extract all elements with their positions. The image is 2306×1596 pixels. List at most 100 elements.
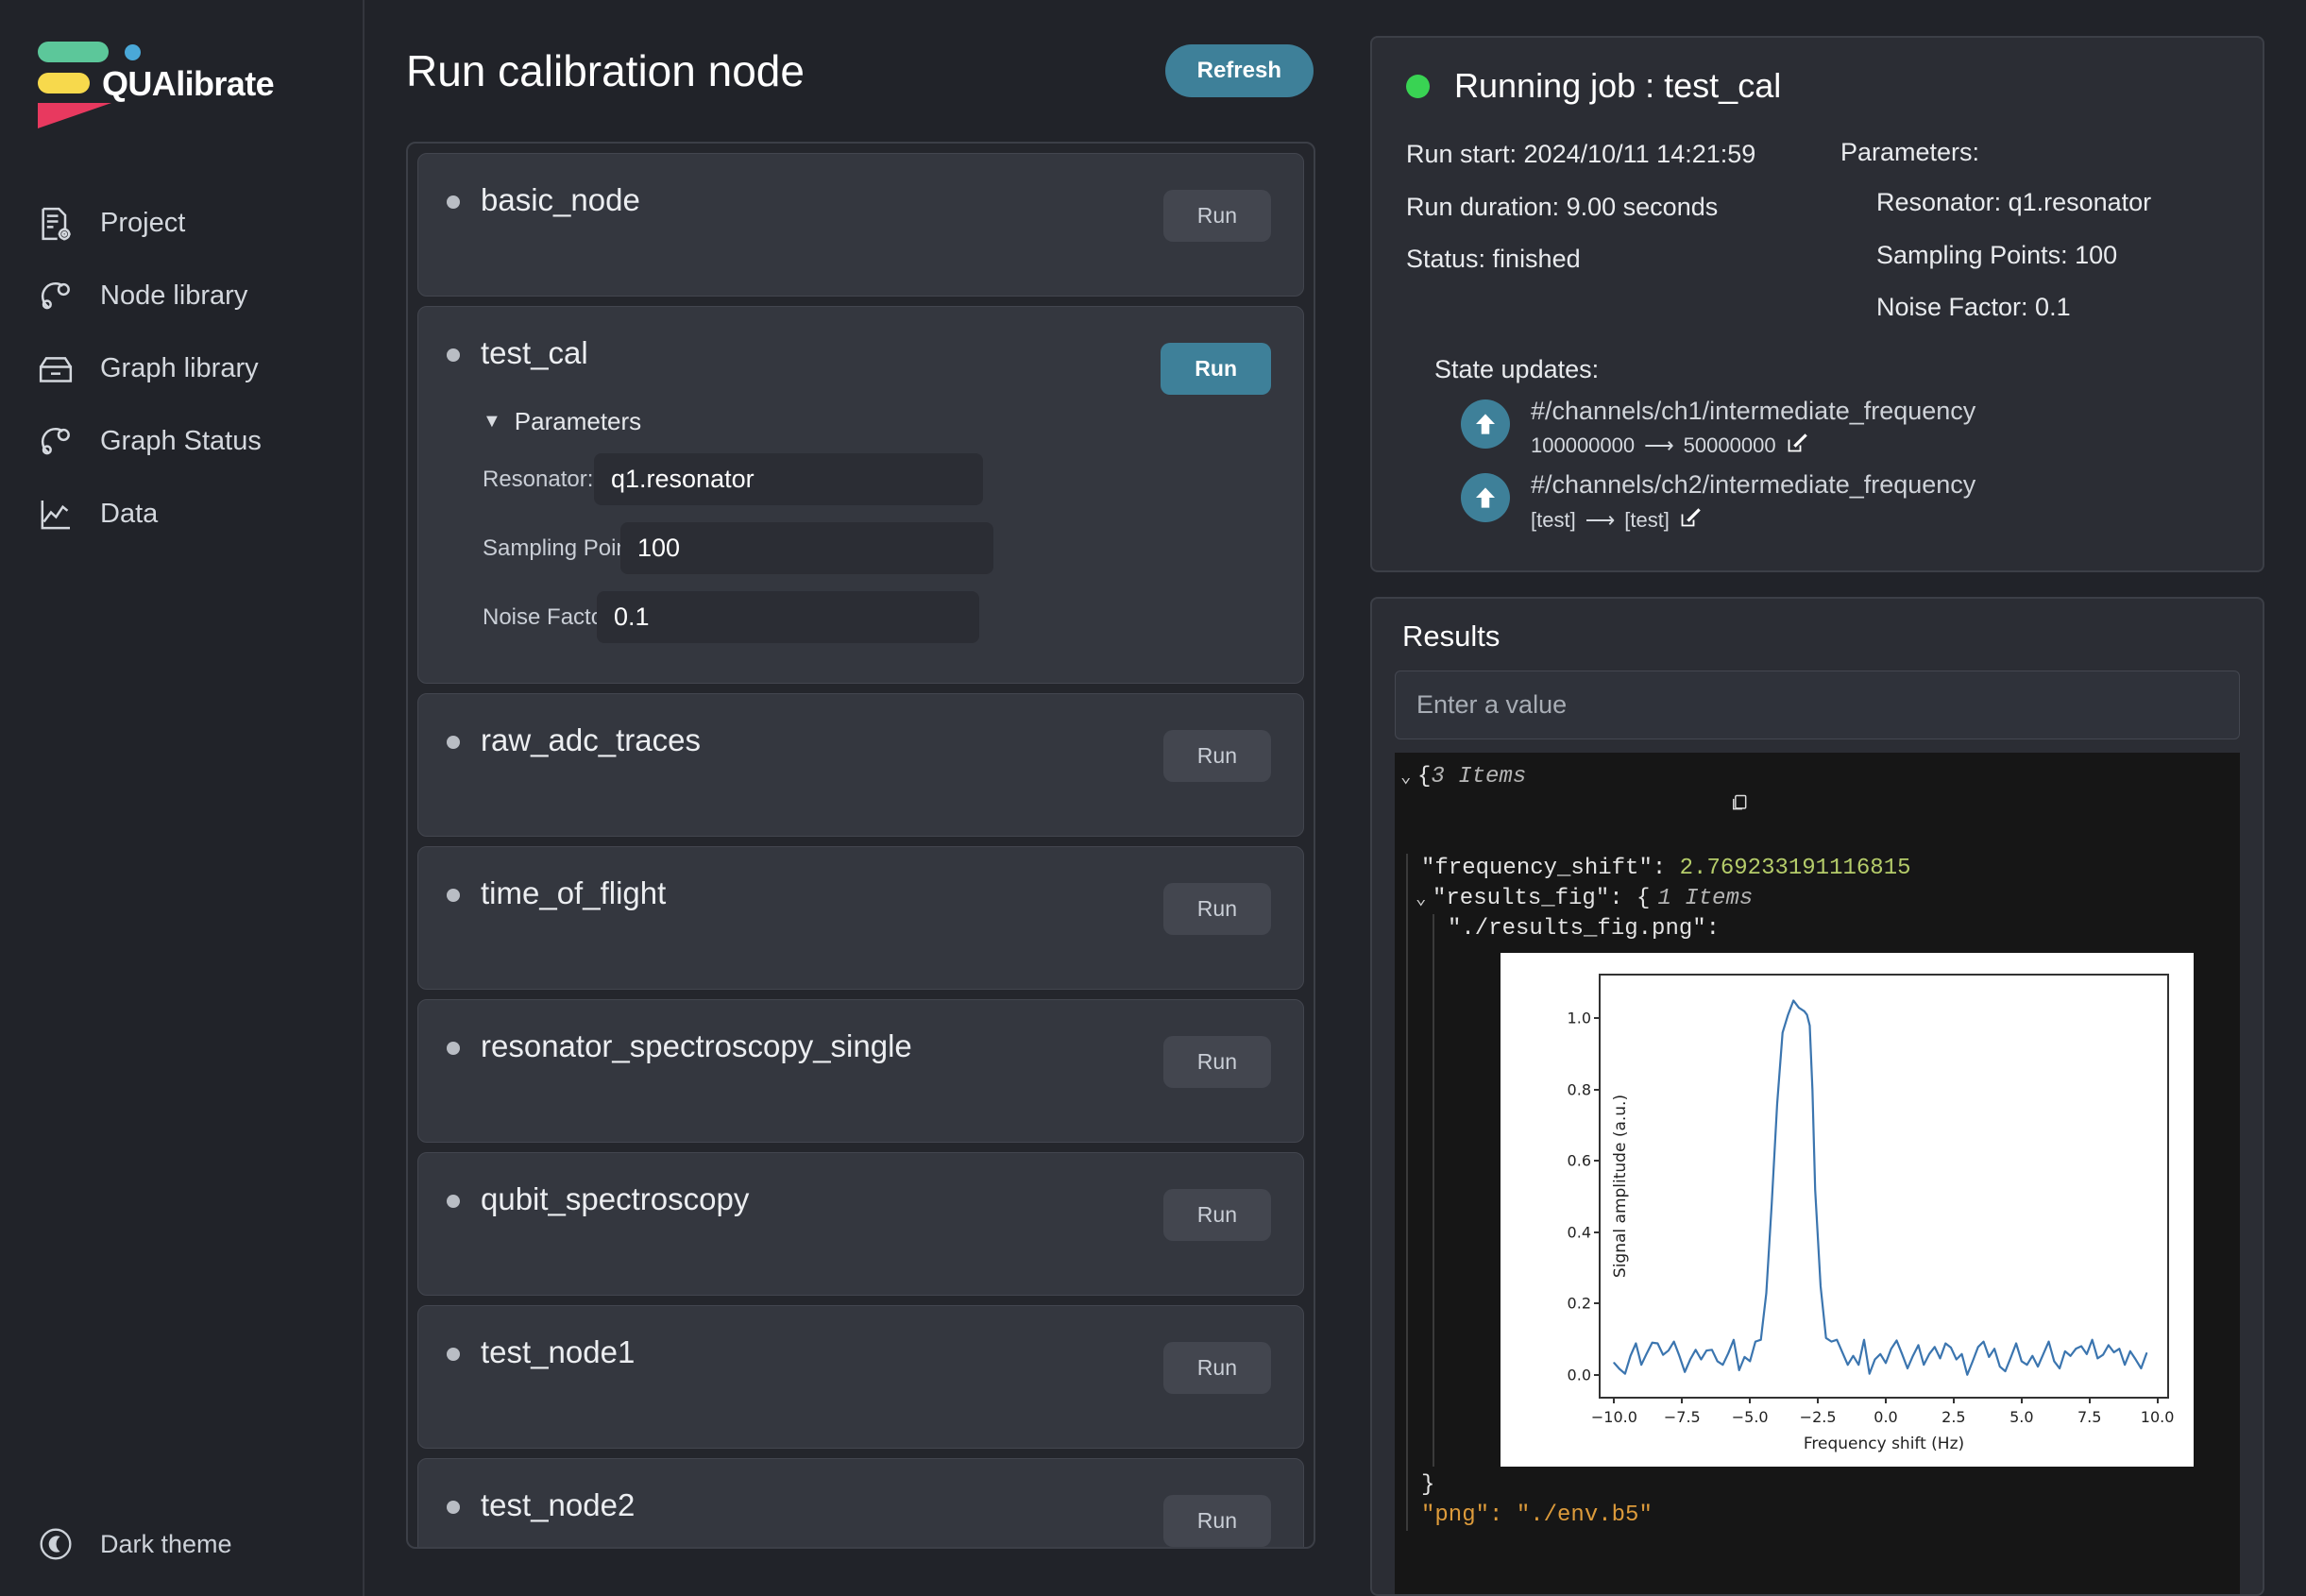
- json-png-cut: "png": "./env.b5": [1421, 1502, 1653, 1528]
- results-value-input[interactable]: [1395, 670, 2240, 739]
- sidebar-item-label: Graph Status: [100, 426, 262, 456]
- job-title: Running job : test_cal: [1454, 66, 1782, 105]
- run-button[interactable]: Run: [1162, 1495, 1271, 1547]
- sidebar-item-label: Node library: [100, 280, 248, 311]
- job-param-resonator: Resonator: q1.resonator: [1876, 188, 2152, 216]
- sidebar-item-graph-library[interactable]: Graph library: [0, 332, 363, 405]
- param-label: Noise Factor:: [483, 603, 618, 630]
- node-card[interactable]: basic_node Run: [417, 153, 1304, 297]
- state-update-arrow-glyph: ⟶: [1585, 507, 1616, 532]
- results-json-viewer[interactable]: ⌄ { 3 Items "frequency_shift": 2.7692331…: [1395, 752, 2240, 1594]
- sidebar-item-graph-status[interactable]: Graph Status: [0, 405, 363, 478]
- copy-icon[interactable]: [1539, 762, 1749, 854]
- state-updates-section: State updates: #/channels/ch1/intermedia…: [1406, 355, 2229, 535]
- sidebar-item-data[interactable]: Data: [0, 478, 363, 551]
- json-children: "frequency_shift": 2.769233191116815 ⌄ "…: [1406, 854, 2240, 1531]
- json-key-frequency-shift: "frequency_shift":: [1421, 856, 1667, 882]
- state-update-item[interactable]: #/channels/ch1/intermediate_frequency 10…: [1434, 396, 2229, 460]
- run-button[interactable]: Run: [1162, 730, 1271, 782]
- refresh-button[interactable]: Refresh: [1164, 44, 1314, 97]
- plot-xtick-label: 5.0: [2009, 1407, 2034, 1426]
- resonator-input[interactable]: [594, 453, 983, 505]
- job-param-noise-factor: Noise Factor: 0.1: [1876, 293, 2071, 322]
- node-bullet-icon: [447, 1042, 460, 1055]
- parameters-disclosure[interactable]: ▼ Parameters: [483, 407, 1271, 436]
- moon-icon: [36, 1524, 76, 1564]
- sidebar-item-label: Graph library: [100, 353, 259, 383]
- run-button-active[interactable]: Run: [1161, 343, 1271, 395]
- json-results-fig-children: "./results_fig.png": Signal amplitude (a…: [1433, 914, 2240, 1467]
- param-row-sampling-points: Sampling Points:: [483, 522, 1271, 574]
- node-bullet-icon: [447, 889, 460, 902]
- node-graph-icon: [36, 422, 76, 462]
- plot-ytick-mark: [1594, 1088, 1601, 1091]
- plot-ytick-mark: [1594, 1016, 1601, 1019]
- parameters-title: Parameters: [514, 407, 642, 435]
- param-row-resonator: Resonator:: [483, 453, 1271, 505]
- job-params-heading: Parameters:: [1840, 138, 1980, 166]
- node-card[interactable]: test_node1 Run: [417, 1305, 1304, 1449]
- plot-xtick-label: 10.0: [2140, 1407, 2175, 1426]
- json-key-results-fig: "results_fig": {: [1433, 886, 1651, 912]
- plot-axes: Signal amplitude (a.u.) Frequency shift …: [1568, 973, 2174, 1453]
- job-status: Status: finished: [1406, 245, 1581, 274]
- run-button[interactable]: Run: [1162, 1342, 1271, 1394]
- edit-icon[interactable]: [1679, 506, 1702, 535]
- page-header: Run calibration node Refresh: [406, 0, 1370, 142]
- plot-line-series: [1613, 998, 2148, 1376]
- plot-ytick-label: 0.8: [1567, 1080, 1591, 1099]
- plot-xtick-label: 2.5: [1941, 1407, 1966, 1426]
- job-header: Running job : test_cal: [1406, 66, 2229, 106]
- state-update-value: [test] ⟶ [test]: [1531, 506, 2229, 535]
- noise-factor-input[interactable]: [597, 591, 979, 643]
- chevron-down-icon[interactable]: ⌄: [1400, 766, 1417, 790]
- dark-theme-toggle[interactable]: Dark theme: [0, 1511, 232, 1577]
- sidebar-item-label: Project: [100, 208, 186, 238]
- node-card[interactable]: qubit_spectroscopy Run: [417, 1152, 1304, 1296]
- run-button[interactable]: Run: [1162, 883, 1271, 935]
- state-update-arrow-glyph: ⟶: [1644, 433, 1674, 458]
- sampling-points-input[interactable]: [620, 522, 993, 574]
- run-button[interactable]: Run: [1162, 190, 1271, 242]
- node-runner-column: Run calibration node Refresh basic_node …: [365, 0, 1370, 1596]
- node-card-selected[interactable]: test_cal Run ▼ Parameters Resonator: q1.…: [417, 306, 1304, 684]
- node-card[interactable]: raw_adc_traces Run: [417, 693, 1304, 837]
- state-update-path: #/channels/ch1/intermediate_frequency: [1531, 396, 1976, 425]
- arrow-up-icon: [1461, 473, 1510, 523]
- archive-box-icon: [36, 349, 76, 389]
- state-update-item[interactable]: #/channels/ch2/intermediate_frequency [t…: [1434, 469, 2229, 534]
- plot-xtick-label: −7.5: [1663, 1407, 1701, 1426]
- node-name: test_node1: [481, 1334, 636, 1369]
- node-graph-icon: [36, 277, 76, 316]
- node-card[interactable]: time_of_flight Run: [417, 846, 1304, 990]
- plot-xtick-label: 7.5: [2077, 1407, 2102, 1426]
- edit-icon[interactable]: [1786, 432, 1808, 460]
- json-results-fig-line[interactable]: ⌄ "results_fig": { 1 Items: [1416, 884, 2240, 914]
- json-png-cut-line: "png": "./env.b5": [1421, 1501, 2240, 1531]
- node-card[interactable]: resonator_spectroscopy_single Run: [417, 999, 1304, 1143]
- app-root: QUAlibrate Project Node library Graph li…: [0, 0, 2306, 1596]
- sidebar: QUAlibrate Project Node library Graph li…: [0, 0, 365, 1596]
- param-row-noise-factor: Noise Factor:: [483, 591, 1271, 643]
- node-card[interactable]: test_node2 Run: [417, 1458, 1304, 1547]
- results-panel: Results ⌄ { 3 Items: [1370, 596, 2264, 1596]
- param-label: Sampling Points:: [483, 535, 653, 561]
- node-bullet-icon: [447, 1501, 460, 1514]
- state-update-from: [test]: [1531, 507, 1576, 532]
- sidebar-item-project[interactable]: Project: [0, 187, 363, 260]
- plot-xlabel: Frequency shift (Hz): [1803, 1434, 1965, 1453]
- json-root-line[interactable]: ⌄ { 3 Items: [1395, 762, 2240, 854]
- brand-name: QUAlibrate: [102, 64, 275, 103]
- sidebar-item-node-library[interactable]: Node library: [0, 260, 363, 332]
- job-meta-column: Run start: 2024/10/11 14:21:59 Run durat…: [1406, 138, 1812, 344]
- run-button[interactable]: Run: [1162, 1036, 1271, 1088]
- logo-green-bar-icon: [38, 42, 109, 62]
- status-indicator-icon: [1406, 74, 1430, 98]
- plot-ytick-mark: [1594, 1231, 1601, 1233]
- plot-ytick-label: 1.0: [1567, 1009, 1591, 1027]
- results-title: Results: [1402, 619, 1501, 653]
- json-results-fig-item-count: 1 Items: [1657, 886, 1754, 912]
- logo-mark: QUAlibrate: [38, 34, 275, 138]
- run-button[interactable]: Run: [1162, 1189, 1271, 1241]
- chevron-down-icon[interactable]: ⌄: [1416, 888, 1433, 911]
